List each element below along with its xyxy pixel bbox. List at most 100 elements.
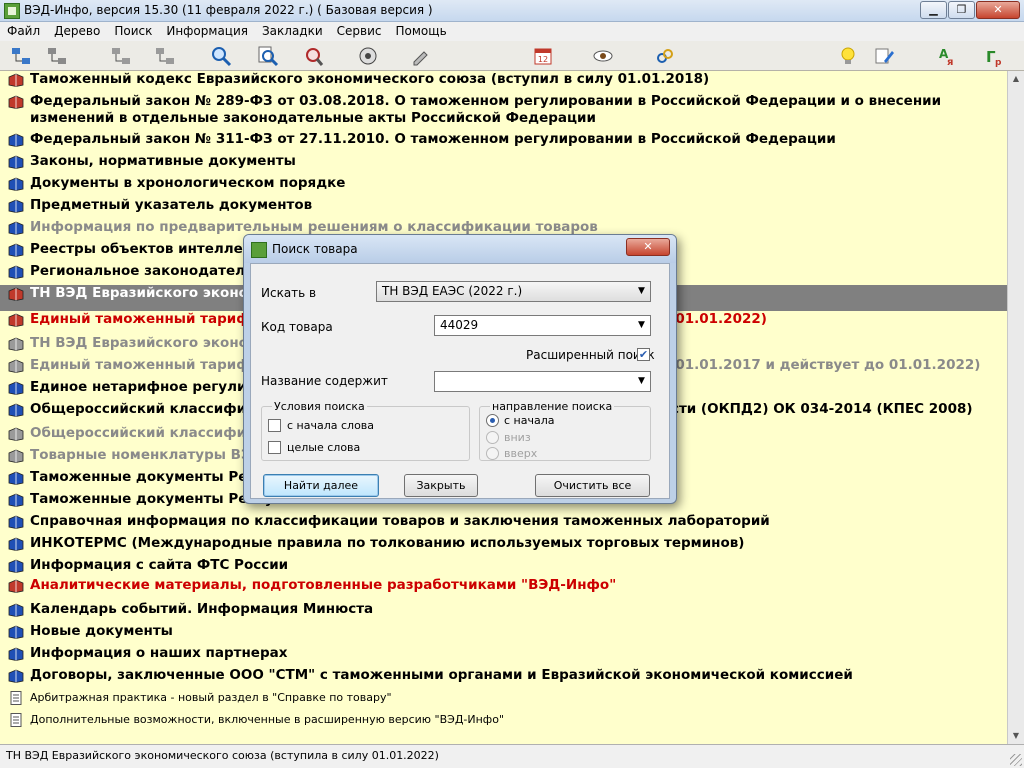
from-start-word-checkbox[interactable]: [268, 419, 281, 432]
vertical-scrollbar[interactable]: ▲ ▼: [1007, 71, 1024, 744]
maximize-button[interactable]: ❐: [948, 1, 975, 19]
book-icon: [8, 559, 24, 573]
search-in-select[interactable]: ТН ВЭД ЕАЭС (2022 г.) ▼: [376, 281, 651, 302]
tree-item-label: Информация о наших партнерах: [30, 645, 288, 661]
tree-item[interactable]: Договоры, заключенные ООО "СТМ" с таможе…: [0, 667, 1007, 689]
code-input[interactable]: 44029 ▼: [434, 315, 651, 336]
direction-group: направление поиска с начала вниз вверх: [479, 400, 651, 461]
document-icon: [10, 691, 22, 705]
view-eye-icon[interactable]: [590, 44, 616, 68]
tree-item[interactable]: Справочная информация по классификации т…: [0, 513, 1007, 535]
direction-down-label: вниз: [504, 431, 531, 444]
tree-item-label: Арбитражная практика - новый раздел в "С…: [30, 691, 392, 704]
scroll-down-icon[interactable]: ▼: [1008, 728, 1024, 744]
dialog-body: Искать в ТН ВЭД ЕАЭС (2022 г.) ▼ Код тов…: [250, 263, 670, 499]
dialog-close-icon[interactable]: ✕: [626, 238, 670, 256]
menu-search[interactable]: Поиск: [107, 22, 159, 41]
book-icon: [8, 177, 24, 191]
tree-expand-icon[interactable]: [8, 44, 34, 68]
whole-words-checkbox[interactable]: [268, 441, 281, 454]
resize-grip-icon[interactable]: [1010, 754, 1022, 766]
tree-item-label: Аналитические материалы, подготовленные …: [30, 577, 617, 593]
dialog-title-bar[interactable]: Поиск товара ✕: [244, 235, 676, 263]
code-value: 44029: [440, 318, 479, 332]
book-icon: [8, 95, 24, 109]
direction-up-radio[interactable]: [486, 447, 499, 460]
tree-item-label: Документы в хронологическом порядке: [30, 175, 346, 191]
tree-item[interactable]: Дополнительные возможности, включенные в…: [0, 711, 1007, 731]
conditions-title: Условия поиска: [272, 400, 367, 413]
menu-bar: Файл Дерево Поиск Информация Закладки Се…: [0, 22, 1024, 41]
book-icon: [8, 625, 24, 639]
menu-tree[interactable]: Дерево: [47, 22, 107, 41]
status-bar: ТН ВЭД Евразийского экономического союза…: [0, 744, 1024, 768]
book-icon: [8, 537, 24, 551]
tree-item-label: Законы, нормативные документы: [30, 153, 296, 169]
scroll-up-icon[interactable]: ▲: [1008, 71, 1024, 87]
menu-service[interactable]: Сервис: [330, 22, 389, 41]
conditions-group: Условия поиска с начала слова целые слов…: [261, 400, 470, 461]
status-text: ТН ВЭД Евразийского экономического союза…: [6, 749, 439, 762]
gr-icon[interactable]: Гр: [982, 44, 1008, 68]
find-next-button[interactable]: Найти далее: [263, 474, 379, 497]
book-icon: [8, 73, 24, 87]
tree-item[interactable]: Новые документы: [0, 623, 1007, 645]
tree-item[interactable]: Информация с сайта ФТС России: [0, 557, 1007, 579]
tree-item[interactable]: Предметный указатель документов: [0, 197, 1007, 219]
menu-bookmarks[interactable]: Закладки: [255, 22, 330, 41]
name-contains-input[interactable]: ▼: [434, 371, 651, 392]
tree-nav-icon[interactable]: [108, 44, 134, 68]
tree-item[interactable]: Законы, нормативные документы: [0, 153, 1007, 175]
minimize-button[interactable]: ▁: [920, 1, 947, 19]
tree-item[interactable]: ИНКОТЕРМС (Международные правила по толк…: [0, 535, 1007, 557]
chevron-down-icon: ▼: [638, 376, 645, 386]
tree-collapse-icon[interactable]: [44, 44, 70, 68]
search-document-icon[interactable]: [255, 44, 281, 68]
tree-item[interactable]: Федеральный закон № 289-ФЗ от 03.08.2018…: [0, 93, 1007, 131]
tree-levels-icon[interactable]: [152, 44, 178, 68]
extended-search-checkbox[interactable]: ✔: [637, 348, 650, 361]
audio-icon[interactable]: [355, 44, 381, 68]
book-icon: [8, 403, 24, 417]
toolbar: 12 Aя Гр: [0, 41, 1024, 71]
tree-item[interactable]: Документы в хронологическом порядке: [0, 175, 1007, 197]
close-dialog-button[interactable]: Закрыть: [404, 474, 478, 497]
tree-item[interactable]: Информация о наших партнерах: [0, 645, 1007, 667]
from-start-word-label: с начала слова: [287, 419, 375, 432]
calendar-icon[interactable]: 12: [530, 44, 556, 68]
tree-item[interactable]: Федеральный закон № 311-ФЗ от 27.11.2010…: [0, 131, 1007, 153]
edit-icon[interactable]: [408, 44, 434, 68]
menu-file[interactable]: Файл: [0, 22, 47, 41]
tree-item[interactable]: Таможенный кодекс Евразийского экономиче…: [0, 71, 1007, 93]
direction-from-start-radio[interactable]: [486, 414, 499, 427]
tree-item[interactable]: Арбитражная практика - новый раздел в "С…: [0, 689, 1007, 709]
lightbulb-icon[interactable]: [835, 44, 861, 68]
book-icon: [8, 243, 24, 257]
search-special-icon[interactable]: [300, 44, 326, 68]
abc-icon[interactable]: Aя: [935, 44, 961, 68]
link-icon[interactable]: [652, 44, 678, 68]
tree-item-label: Предметный указатель документов: [30, 197, 313, 213]
direction-title: направление поиска: [490, 400, 615, 413]
menu-information[interactable]: Информация: [159, 22, 255, 41]
tree-item[interactable]: Календарь событий. Информация Минюста: [0, 601, 1007, 623]
tree-item-label: Справочная информация по классификации т…: [30, 513, 770, 529]
clear-all-button[interactable]: Очистить все: [535, 474, 650, 497]
notes-icon[interactable]: [872, 44, 898, 68]
book-icon: [8, 133, 24, 147]
search-icon[interactable]: [208, 44, 234, 68]
chevron-down-icon: ▼: [638, 320, 645, 330]
book-icon: [8, 381, 24, 395]
dialog-title: Поиск товара: [272, 242, 358, 256]
direction-down-radio[interactable]: [486, 431, 499, 444]
window-title: ВЭД-Инфо, версия 15.30 (11 февраля 2022 …: [24, 3, 433, 17]
menu-help[interactable]: Помощь: [389, 22, 454, 41]
code-label: Код товара: [261, 320, 333, 334]
book-icon: [8, 449, 24, 463]
tree-item[interactable]: Аналитические материалы, подготовленные …: [0, 577, 1007, 599]
extended-search-label: Расширенный поиск: [526, 348, 655, 362]
book-icon: [8, 669, 24, 683]
window-controls: ▁ ❐ ✕: [919, 1, 1020, 19]
book-icon: [8, 427, 24, 441]
close-button[interactable]: ✕: [976, 1, 1020, 19]
